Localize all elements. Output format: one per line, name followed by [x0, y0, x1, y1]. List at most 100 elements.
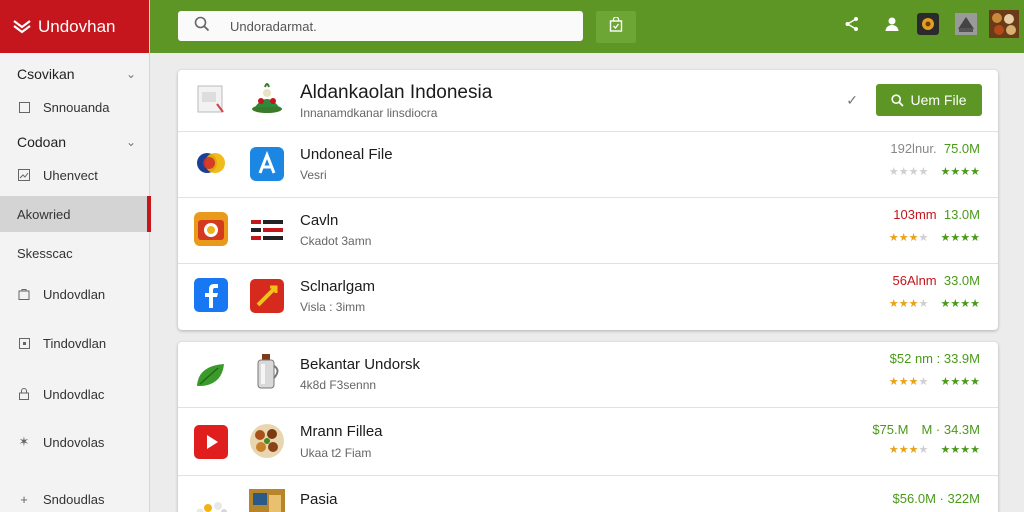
- square-icon: [17, 100, 31, 114]
- share-button[interactable]: [838, 12, 866, 40]
- item-title: Bekantar Undorsk: [300, 356, 421, 373]
- search-input[interactable]: [230, 18, 570, 34]
- app-title: Undovhan: [38, 16, 116, 36]
- item-sizes: $56.0M · 322M: [893, 491, 980, 506]
- item-subtitle: Vesri: [300, 168, 327, 182]
- profile-button[interactable]: [878, 12, 906, 40]
- search-box[interactable]: [178, 11, 583, 41]
- item-sizes: 192lnur. 75.0M: [890, 141, 980, 156]
- item-size-b: 75.0M: [943, 141, 980, 156]
- item-rating: ★★★★ ★★★★: [888, 298, 980, 310]
- avatar[interactable]: [988, 10, 1020, 42]
- rating-stars-gray: ★★★★: [888, 166, 929, 178]
- chart-icon: [17, 168, 31, 182]
- sidebar-item-6[interactable]: Skesscac: [0, 235, 150, 271]
- top-bar: [150, 0, 1024, 53]
- rating-stars-green: ★★★★: [940, 376, 980, 388]
- item-sizes: 103mm 13.0M: [893, 207, 980, 222]
- youtube-icon: [194, 425, 228, 459]
- app-list-card-2: Bekantar Undorsk 4k8d F3sennn $52 nm : 3…: [178, 342, 998, 512]
- sidebar-item-label: Codoan: [17, 134, 67, 150]
- avatar-food-icon: [989, 10, 1019, 42]
- item-size-a: 103mm: [893, 207, 937, 222]
- header-subtitle: Innanamdkanar linsdiocra: [300, 106, 438, 120]
- list-item[interactable]: Sclnarlgam Visla : 3imm 56Alnm 33.0M ★★★…: [178, 264, 998, 330]
- cake-icon: [249, 80, 285, 116]
- item-subtitle: Ukaa t2 Fiam: [300, 446, 372, 460]
- item-title: Sclnarlgam: [300, 278, 376, 295]
- dots-icon: [194, 488, 228, 512]
- item-sizes: 56Alnm 33.0M: [893, 273, 980, 288]
- item-title: Undoneal File: [300, 146, 393, 163]
- sidebar-item-8[interactable]: Tindovdlan: [0, 325, 150, 361]
- rating-stars-yellow: ★★★: [888, 298, 919, 310]
- menu-lines-icon: [249, 212, 285, 248]
- sidebar-item-2[interactable]: Snnouanda: [0, 89, 150, 125]
- list-item[interactable]: Cavln Ckadot 3amn 103mm 13.0M ★★★★ ★★★★: [178, 198, 998, 264]
- jar-icon: [249, 354, 285, 390]
- app-thumbnail-button[interactable]: [914, 12, 942, 40]
- sidebar-item-7[interactable]: Undovdlan: [0, 276, 150, 312]
- sidebar-item-9[interactable]: Undovdlac: [0, 376, 150, 412]
- logo-icon: [12, 17, 32, 37]
- item-sizes: $75.M M · 34.3M: [872, 419, 980, 438]
- shopping-bag-button[interactable]: [596, 11, 636, 43]
- list-item[interactable]: Bekantar Undorsk 4k8d F3sennn $52 nm : 3…: [178, 342, 998, 408]
- sidebar-item-label: Akowried: [17, 206, 71, 222]
- chevron-down-icon: ⌄: [125, 135, 136, 149]
- sidebar-item-10[interactable]: ✶ Undovolas: [0, 424, 150, 460]
- sidebar-item-active[interactable]: Akowried: [0, 196, 151, 232]
- app-store-icon: [249, 146, 285, 182]
- circles-icon: [194, 146, 228, 180]
- item-size-a: $75.M M ·: [872, 422, 941, 437]
- leaf-icon: [194, 358, 228, 392]
- header-row: Aldankaolan Indonesia Innanamdkanar lins…: [178, 70, 998, 132]
- flash-app-icon: [249, 278, 285, 314]
- item-size-a: $56.0M ·: [892, 491, 944, 506]
- settings-button[interactable]: [952, 12, 980, 40]
- header-title: Aldankaolan Indonesia: [300, 82, 493, 103]
- bag-icon: [17, 287, 31, 301]
- star-icon: ✶: [18, 434, 30, 449]
- list-item[interactable]: Pasia $56.0M · 322M: [178, 476, 998, 512]
- sidebar-item-label: Csovikan: [17, 66, 75, 82]
- list-item[interactable]: Mrann Fillea Ukaa t2 Fiam $75.M M · 34.3…: [178, 408, 998, 476]
- shopping-bag-icon: [609, 16, 623, 37]
- sidebar-item-11[interactable]: + Sndoudlas: [0, 481, 150, 512]
- app-thumbnail-icon: [917, 13, 939, 39]
- chevron-down-icon[interactable]: ✓: [846, 92, 858, 109]
- sidebar-item-label: Sndoudlas: [43, 491, 105, 507]
- view-file-button[interactable]: Uem File: [876, 84, 982, 116]
- item-title: Mrann Fillea: [300, 423, 383, 440]
- sidebar-section-2[interactable]: Codoan ⌄: [0, 124, 150, 160]
- rating-stars-yellow: ★★★: [888, 444, 919, 456]
- lock-icon: [17, 387, 31, 401]
- list-item[interactable]: Undoneal File Vesri 192lnur. 75.0M ★★★★ …: [178, 132, 998, 198]
- document-icon: [194, 82, 228, 116]
- photo-icon: [249, 486, 285, 512]
- sidebar-item-label: Uhenvect: [43, 167, 98, 183]
- app-brand[interactable]: Undovhan: [0, 0, 149, 53]
- item-title: Cavln: [300, 212, 339, 229]
- item-size-b: 34.3M: [943, 422, 980, 437]
- item-size-b: 13.0M: [943, 207, 980, 222]
- user-icon: [884, 16, 900, 36]
- sidebar-item-4[interactable]: Uhenvect: [0, 157, 150, 193]
- gear-icon: [955, 13, 977, 39]
- sidebar-item-label: Undovolas: [43, 434, 105, 450]
- chevron-down-icon: ⌄: [125, 67, 136, 81]
- sidebar-section-1[interactable]: Csovikan ⌄: [0, 56, 150, 92]
- item-rating: ★★★★ ★★★★: [888, 444, 980, 456]
- view-file-label: Uem File: [910, 92, 967, 108]
- rating-stars-green: ★★★★: [940, 166, 980, 178]
- food-plate-icon: [249, 423, 285, 459]
- square-icon: [17, 336, 31, 350]
- share-icon: [844, 16, 860, 36]
- camera-icon: [194, 212, 228, 246]
- sidebar-item-label: Skesscac: [17, 245, 73, 261]
- rating-stars-yellow: ★★★: [888, 376, 919, 388]
- item-size-a: 192lnur.: [890, 141, 937, 156]
- rating-stars-green: ★★★★: [940, 298, 980, 310]
- item-rating: ★★★★ ★★★★: [889, 165, 980, 178]
- sidebar-item-label: Tindovdlan: [43, 335, 107, 351]
